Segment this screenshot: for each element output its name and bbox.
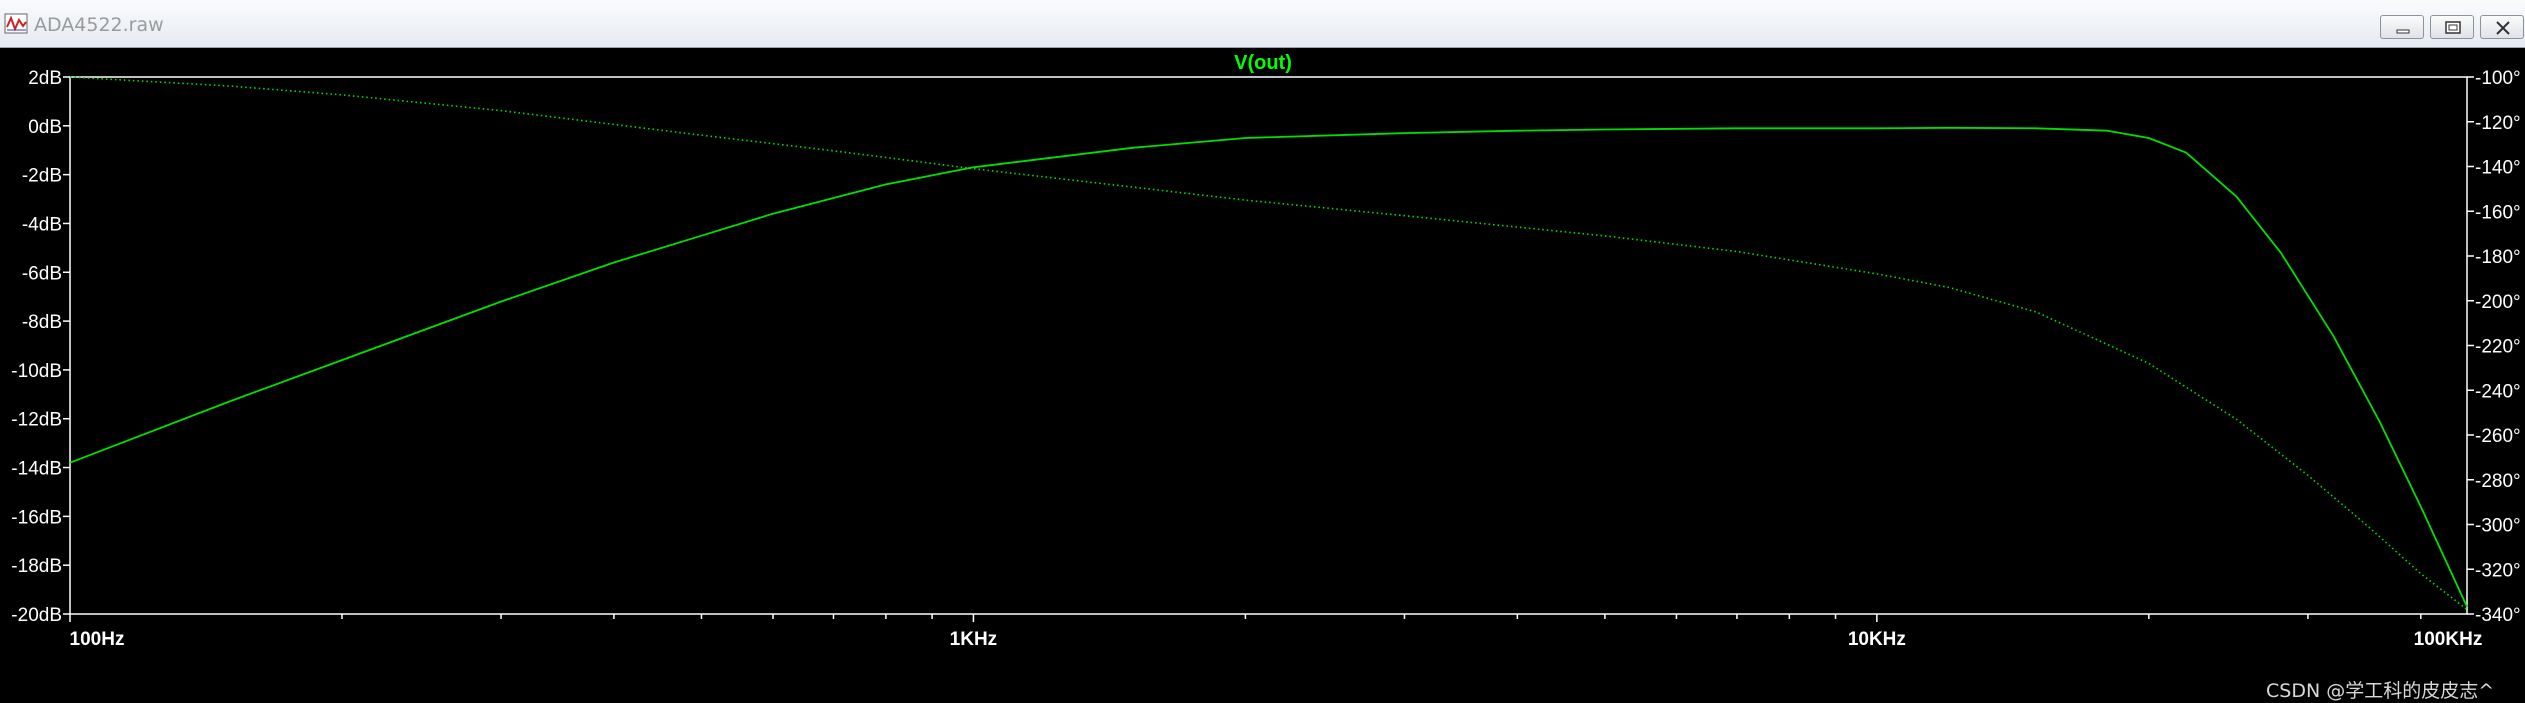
right-axis-tick-label: -220° (2475, 337, 2521, 358)
waveform-app-icon (4, 13, 30, 35)
left-axis-tick-label: -2dB (22, 166, 62, 187)
right-axis-tick-label: -320° (2475, 560, 2521, 581)
right-axis-tick-label: -260° (2475, 426, 2521, 447)
left-axis-tick-label: -4dB (22, 214, 62, 235)
right-axis-tick-label: -240° (2475, 381, 2521, 402)
right-axis-tick-label: -120° (2475, 113, 2521, 134)
window-title: ADA4522.raw (34, 14, 164, 36)
minimize-button[interactable] (2380, 15, 2424, 39)
restore-button[interactable] (2430, 15, 2474, 39)
x-axis-tick-label: 1KHz (950, 629, 998, 650)
plot-frame (70, 77, 2467, 614)
watermark-text: CSDN @学工科的皮皮志^ (2266, 676, 2494, 703)
left-axis-tick-label: -14dB (11, 459, 62, 480)
left-axis-tick-label: -18dB (11, 556, 62, 577)
x-axis-tick-label: 100KHz (2414, 629, 2483, 650)
left-axis-tick-label: -8dB (22, 312, 62, 333)
chart-title: V(out) (1234, 52, 1292, 74)
traces (70, 77, 2467, 610)
right-axis-tick-label: -100° (2475, 68, 2521, 89)
left-axis-tick-label: 0dB (28, 117, 62, 138)
right-axis-tick-label: -300° (2475, 516, 2521, 537)
magnitude-trace (70, 128, 2467, 607)
x-axis-tick-label: 10KHz (1848, 629, 1906, 650)
x-axis-tick-label: 100Hz (70, 629, 125, 650)
left-axis-tick-label: -6dB (22, 263, 62, 284)
left-axis-tick-label: -16dB (11, 507, 62, 528)
restore-icon (2431, 16, 2475, 40)
right-axis-tick-label: -140° (2475, 158, 2521, 179)
bode-chart[interactable]: V(out) 2dB 0dB -2dB -4dB -6dB -8dB -10dB -12dB -… (0, 48, 2525, 661)
right-axis-tick-label: -340° (2475, 605, 2521, 626)
title-bar: ADA4522.raw (0, 0, 2525, 48)
left-axis-tick-label: -20dB (11, 605, 62, 626)
right-axis-tick-label: -200° (2475, 292, 2521, 313)
left-axis-tick-label: -12dB (11, 410, 62, 431)
right-axis-tick-label: -180° (2475, 247, 2521, 268)
plot-area[interactable]: V(out) 2dB 0dB -2dB -4dB -6dB -8dB -10dB -12dB -… (0, 48, 2525, 661)
close-button[interactable] (2480, 15, 2524, 39)
minimize-icon (2381, 16, 2425, 40)
bottom-axis: 100Hz 1KHz 10KHz 100KHz (70, 614, 2483, 650)
left-axis: 2dB 0dB -2dB -4dB -6dB -8dB -10dB -12dB -14dB -16… (11, 68, 70, 626)
close-icon (2481, 16, 2525, 40)
phase-trace (70, 77, 2467, 610)
left-axis-tick-label: -10dB (11, 361, 62, 382)
right-axis-tick-label: -160° (2475, 202, 2521, 223)
right-axis: -100° -120° -140° -160° -180° -200° -220° -240°… (2467, 68, 2521, 626)
left-axis-tick-label: 2dB (28, 68, 62, 89)
right-axis-tick-label: -280° (2475, 471, 2521, 492)
